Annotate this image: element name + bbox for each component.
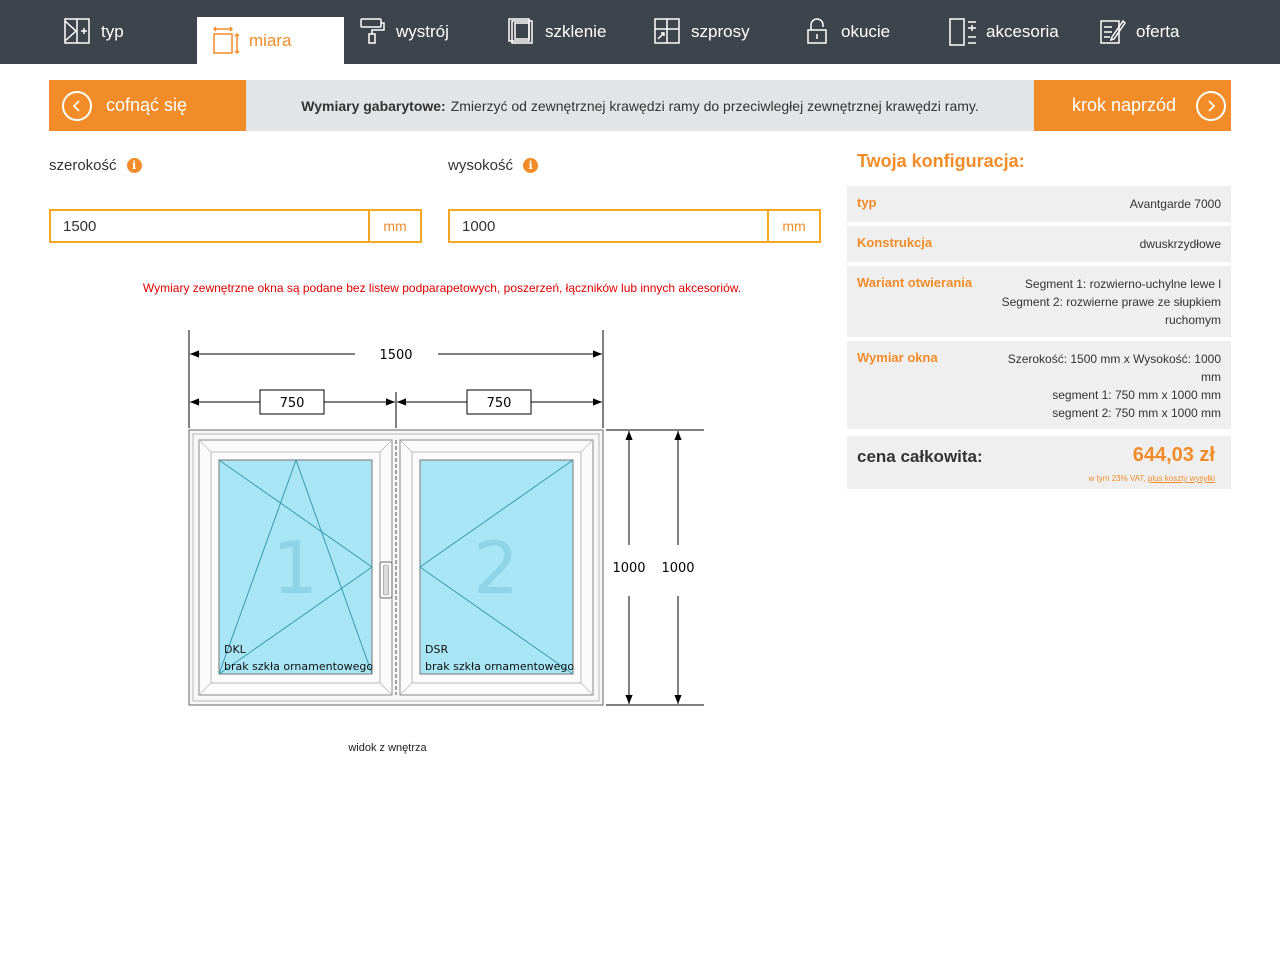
back-button-label: cofnąć się: [106, 95, 188, 115]
config-value-line: segment 1: 750 mm x 1000 mm: [1052, 388, 1221, 402]
price-row: cena całkowita: 644,03 zł w tym 23% VAT,…: [847, 436, 1231, 489]
info-icon[interactable]: i: [126, 158, 142, 173]
offer-icon: [1098, 17, 1128, 47]
tab-oferta[interactable]: oferta: [1098, 0, 1179, 64]
config-value-line: mm: [1201, 370, 1221, 384]
tab-label: szprosy: [691, 22, 750, 41]
padlock-icon: [803, 17, 833, 47]
total-width-label: 1500: [379, 348, 412, 363]
height-label: wysokość i: [448, 157, 539, 174]
muntins-icon: [653, 17, 683, 47]
height-field: mm: [448, 209, 821, 243]
segment-glass: brak szkła ornamentowego: [425, 660, 574, 673]
next-button-label: krok naprzód: [1072, 95, 1177, 115]
tab-label: szklenie: [545, 22, 607, 41]
config-key: Wariant otwierania: [857, 275, 973, 290]
config-key: Konstrukcja: [857, 235, 933, 250]
accessories-icon: [948, 17, 978, 47]
sash-2: 2 DSR brak szkła ornamentowego: [399, 439, 594, 696]
tab-szprosy[interactable]: szprosy: [653, 0, 750, 64]
segment-1-width: 750: [280, 396, 305, 411]
paint-roller-icon: [358, 17, 388, 47]
width-unit: mm: [368, 211, 420, 241]
price-note: w tym 23% VAT, plus koszty wysyłki: [1089, 474, 1215, 483]
width-input[interactable]: [51, 211, 368, 241]
config-row-opening: Wariant otwierania Segment 1: rozwierno-…: [847, 266, 1231, 337]
step-bar: cofnąć się Wymiary gabarytowe: Zmierzyć …: [49, 80, 1231, 131]
tab-miara[interactable]: miara: [197, 17, 344, 64]
height-label-text: wysokość: [448, 157, 514, 174]
window-handle-grip: [383, 564, 389, 596]
tab-szklenie[interactable]: szklenie: [507, 0, 606, 64]
view-caption: widok z wnętrza: [348, 742, 427, 754]
config-value-line: Szerokość: 1500 mm x Wysokość: 1000: [1007, 352, 1221, 366]
segment-code: DSR: [425, 643, 448, 656]
segment-2-width: 750: [487, 396, 512, 411]
config-key: typ: [857, 195, 877, 210]
config-value-line: ruchomym: [1164, 313, 1221, 327]
tab-typ[interactable]: typ: [63, 0, 124, 64]
height-input[interactable]: [450, 211, 767, 241]
config-row-size: Wymiar okna Szerokość: 1500 mm x Wysokoś…: [847, 341, 1231, 429]
config-value: Avantgarde 7000: [1129, 197, 1221, 211]
tab-label: akcesoria: [986, 22, 1059, 41]
step-info-text: Zmierzyć od zewnętrznej krawędzi ramy do…: [450, 97, 979, 114]
window-type-icon: [63, 17, 93, 47]
info-icon[interactable]: i: [523, 158, 539, 173]
height-label-2: 1000: [661, 561, 694, 576]
height-unit: mm: [767, 211, 819, 241]
config-title: Twoja konfiguracja:: [857, 151, 1025, 171]
price-label: cena całkowita:: [857, 447, 983, 466]
tab-akcesoria[interactable]: akcesoria: [948, 0, 1059, 64]
tab-label: oferta: [1136, 22, 1180, 41]
config-row-construction: Konstrukcja dwuskrzydłowe: [847, 226, 1231, 262]
config-value: Szerokość: 1500 mm x Wysokość: 1000 mm s…: [1008, 350, 1221, 422]
tab-label: miara: [249, 30, 292, 50]
config-value: Segment 1: rozwierno-uchylne lewe l Segm…: [1002, 275, 1221, 329]
glazing-icon: [507, 17, 537, 47]
top-navigation: typ miara wystrój szklenie szprosy okuci…: [0, 0, 1280, 64]
config-value-line: Segment 1: rozwierno-uchylne lewe l: [1024, 277, 1221, 291]
back-button[interactable]: cofnąć się: [49, 80, 246, 131]
chevron-left-icon: [62, 90, 92, 121]
dimensions-warning: Wymiary zewnętrzne okna są podane bez li…: [142, 281, 742, 295]
config-key: Wymiar okna: [857, 350, 938, 365]
segment-number: 2: [473, 526, 519, 610]
price-note-text: w tym 23% VAT,: [1088, 474, 1146, 483]
tab-wystroj[interactable]: wystrój: [358, 0, 449, 64]
window-drawing: 1500 750 750 1000 1000 1 DKL brak szkła …: [188, 330, 704, 706]
width-field: mm: [49, 209, 422, 243]
measure-icon: [211, 25, 241, 56]
segment-number: 1: [272, 526, 318, 610]
config-value-line: Segment 2: rozwierne prawe ze słupkiem: [1001, 295, 1221, 309]
shipping-costs-link[interactable]: plus koszty wysyłki: [1148, 474, 1215, 483]
step-info-title: Wymiary gabarytowe:: [301, 97, 446, 114]
width-label-text: szerokość: [49, 157, 117, 174]
next-button[interactable]: krok naprzód: [1034, 80, 1231, 131]
config-value-line: segment 2: 750 mm x 1000 mm: [1052, 406, 1221, 420]
tab-okucie[interactable]: okucie: [803, 0, 890, 64]
tab-label: typ: [101, 22, 124, 41]
price-value: 644,03 zł: [1132, 444, 1215, 466]
segment-code: DKL: [224, 643, 247, 656]
sash-1: 1 DKL brak szkła ornamentowego: [198, 439, 393, 696]
segment-glass: brak szkła ornamentowego: [224, 660, 373, 673]
config-value: dwuskrzydłowe: [1139, 237, 1221, 251]
config-row-type: typ Avantgarde 7000: [847, 186, 1231, 222]
height-label-1: 1000: [612, 561, 645, 576]
tab-label: wystrój: [396, 22, 449, 41]
tab-label: okucie: [841, 22, 891, 41]
chevron-right-icon: [1196, 90, 1227, 121]
step-info: Wymiary gabarytowe: Zmierzyć od zewnętrz…: [246, 80, 1034, 131]
width-label: szerokość i: [49, 157, 142, 174]
